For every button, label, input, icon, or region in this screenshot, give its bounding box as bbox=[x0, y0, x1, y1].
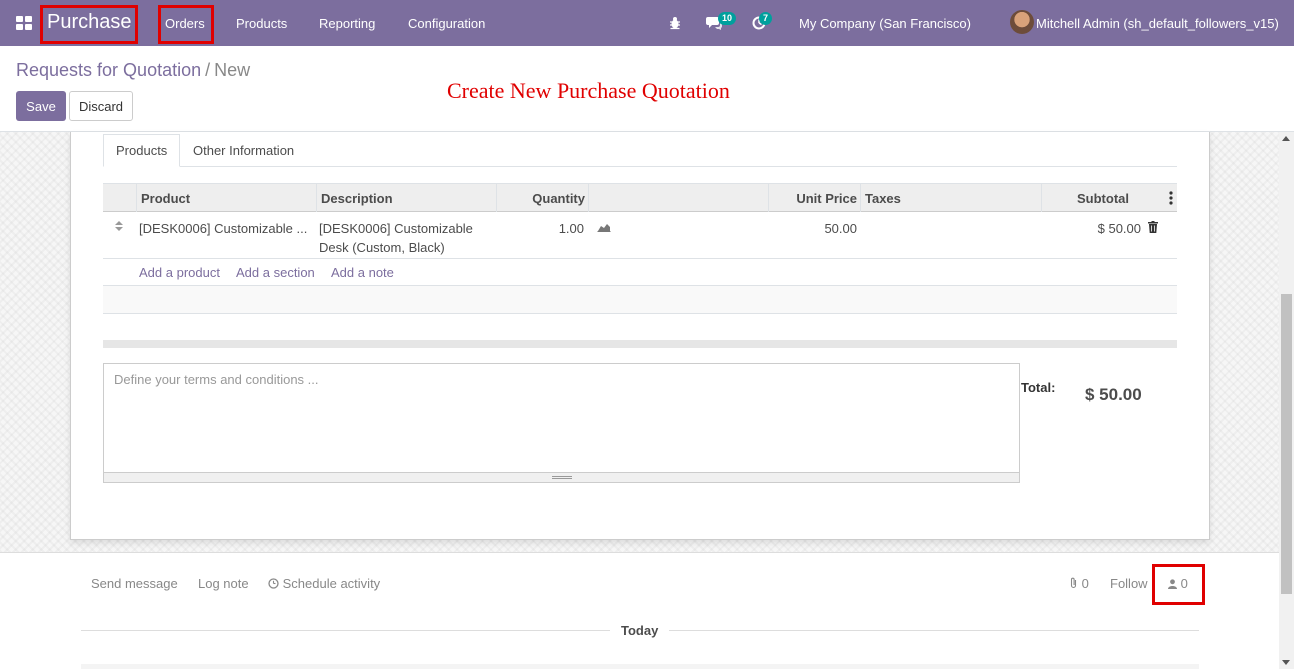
schedule-activity-label: Schedule activity bbox=[282, 576, 381, 591]
table-row[interactable]: [DESK0006] Customizable ... [DESK0006] C… bbox=[103, 212, 1177, 259]
trash-icon[interactable] bbox=[1148, 221, 1158, 233]
breadcrumb-separator: / bbox=[205, 60, 211, 80]
bug-icon[interactable] bbox=[669, 16, 681, 30]
vertical-scrollbar[interactable] bbox=[1279, 132, 1294, 669]
highlight-orders bbox=[158, 5, 214, 44]
add-product-link[interactable]: Add a product bbox=[139, 265, 220, 280]
tab-products[interactable]: Products bbox=[103, 134, 181, 167]
line-unit-price[interactable]: 50.00 bbox=[773, 219, 857, 238]
message-list-start bbox=[81, 664, 1199, 669]
col-quantity[interactable]: Quantity bbox=[496, 184, 589, 212]
apps-menu-icon[interactable] bbox=[16, 16, 32, 30]
user-menu[interactable]: Mitchell Admin (sh_default_followers_v15… bbox=[1036, 16, 1279, 31]
attachments-button[interactable]: 0 bbox=[1069, 576, 1089, 591]
add-lines-row: Add a product Add a section Add a note bbox=[103, 259, 1177, 286]
scroll-thumb[interactable] bbox=[1281, 294, 1292, 594]
col-description[interactable]: Description bbox=[316, 184, 497, 212]
col-product[interactable]: Product bbox=[136, 184, 317, 212]
order-lines-header: Product Description Quantity Unit Price … bbox=[103, 183, 1177, 212]
area-chart-icon[interactable] bbox=[597, 222, 611, 232]
clock-icon bbox=[268, 578, 279, 589]
attachments-count: 0 bbox=[1081, 576, 1089, 591]
add-section-link[interactable]: Add a section bbox=[236, 265, 315, 280]
save-button[interactable]: Save bbox=[16, 91, 66, 121]
drag-handle-icon[interactable] bbox=[115, 221, 123, 231]
menu-configuration[interactable]: Configuration bbox=[408, 16, 485, 31]
menu-reporting[interactable]: Reporting bbox=[319, 16, 375, 31]
resize-grip[interactable] bbox=[103, 472, 1020, 483]
grip-lines-icon bbox=[552, 476, 572, 479]
highlight-followers bbox=[1152, 564, 1205, 605]
line-description-2: Desk (Custom, Black) bbox=[319, 240, 445, 255]
line-description-1: [DESK0006] Customizable bbox=[319, 221, 473, 236]
col-subtotal[interactable]: Subtotal bbox=[1041, 184, 1143, 212]
scroll-up-icon[interactable] bbox=[1282, 136, 1290, 141]
company-switcher[interactable]: My Company (San Francisco) bbox=[799, 16, 971, 31]
total-value: $ 50.00 bbox=[1085, 385, 1142, 404]
optional-columns-icon[interactable] bbox=[1169, 191, 1173, 205]
discard-button[interactable]: Discard bbox=[69, 91, 133, 121]
notebook-tabs: Products Other Information bbox=[103, 134, 1177, 167]
add-note-link[interactable]: Add a note bbox=[331, 265, 394, 280]
empty-table-row bbox=[103, 286, 1177, 314]
paperclip-icon bbox=[1070, 577, 1077, 589]
messages-badge: 10 bbox=[718, 12, 737, 25]
col-forecast bbox=[588, 184, 769, 212]
activities-badge: 7 bbox=[759, 12, 773, 25]
line-description[interactable]: [DESK0006] Customizable Desk (Custom, Bl… bbox=[319, 219, 473, 257]
total-label: Total: bbox=[1021, 380, 1056, 395]
send-message-button[interactable]: Send message bbox=[91, 576, 178, 591]
col-taxes[interactable]: Taxes bbox=[860, 184, 1042, 212]
line-product[interactable]: [DESK0006] Customizable ... bbox=[139, 219, 314, 238]
terms-conditions-field[interactable]: Define your terms and conditions ... bbox=[103, 363, 1020, 473]
line-subtotal: $ 50.00 bbox=[1097, 221, 1141, 236]
breadcrumb-parent[interactable]: Requests for Quotation bbox=[16, 60, 201, 80]
annotation-caption: Create New Purchase Quotation bbox=[447, 78, 730, 103]
today-label: Today bbox=[610, 623, 670, 638]
follow-button[interactable]: Follow bbox=[1110, 576, 1148, 591]
tab-other-information[interactable]: Other Information bbox=[181, 134, 306, 167]
menu-products[interactable]: Products bbox=[236, 16, 287, 31]
schedule-activity-button[interactable]: Schedule activity bbox=[268, 576, 380, 591]
line-quantity[interactable]: 1.00 bbox=[503, 219, 584, 238]
highlight-brand bbox=[40, 5, 138, 44]
breadcrumb-current: New bbox=[214, 60, 251, 80]
user-avatar[interactable] bbox=[1010, 10, 1034, 34]
chatter: Send message Log note Schedule activity … bbox=[0, 552, 1279, 669]
log-note-button[interactable]: Log note bbox=[198, 576, 249, 591]
table-footer-bar bbox=[103, 340, 1177, 348]
breadcrumb: Requests for Quotation / New bbox=[16, 60, 250, 81]
scroll-down-icon[interactable] bbox=[1282, 660, 1290, 665]
col-unit-price[interactable]: Unit Price bbox=[768, 184, 861, 212]
